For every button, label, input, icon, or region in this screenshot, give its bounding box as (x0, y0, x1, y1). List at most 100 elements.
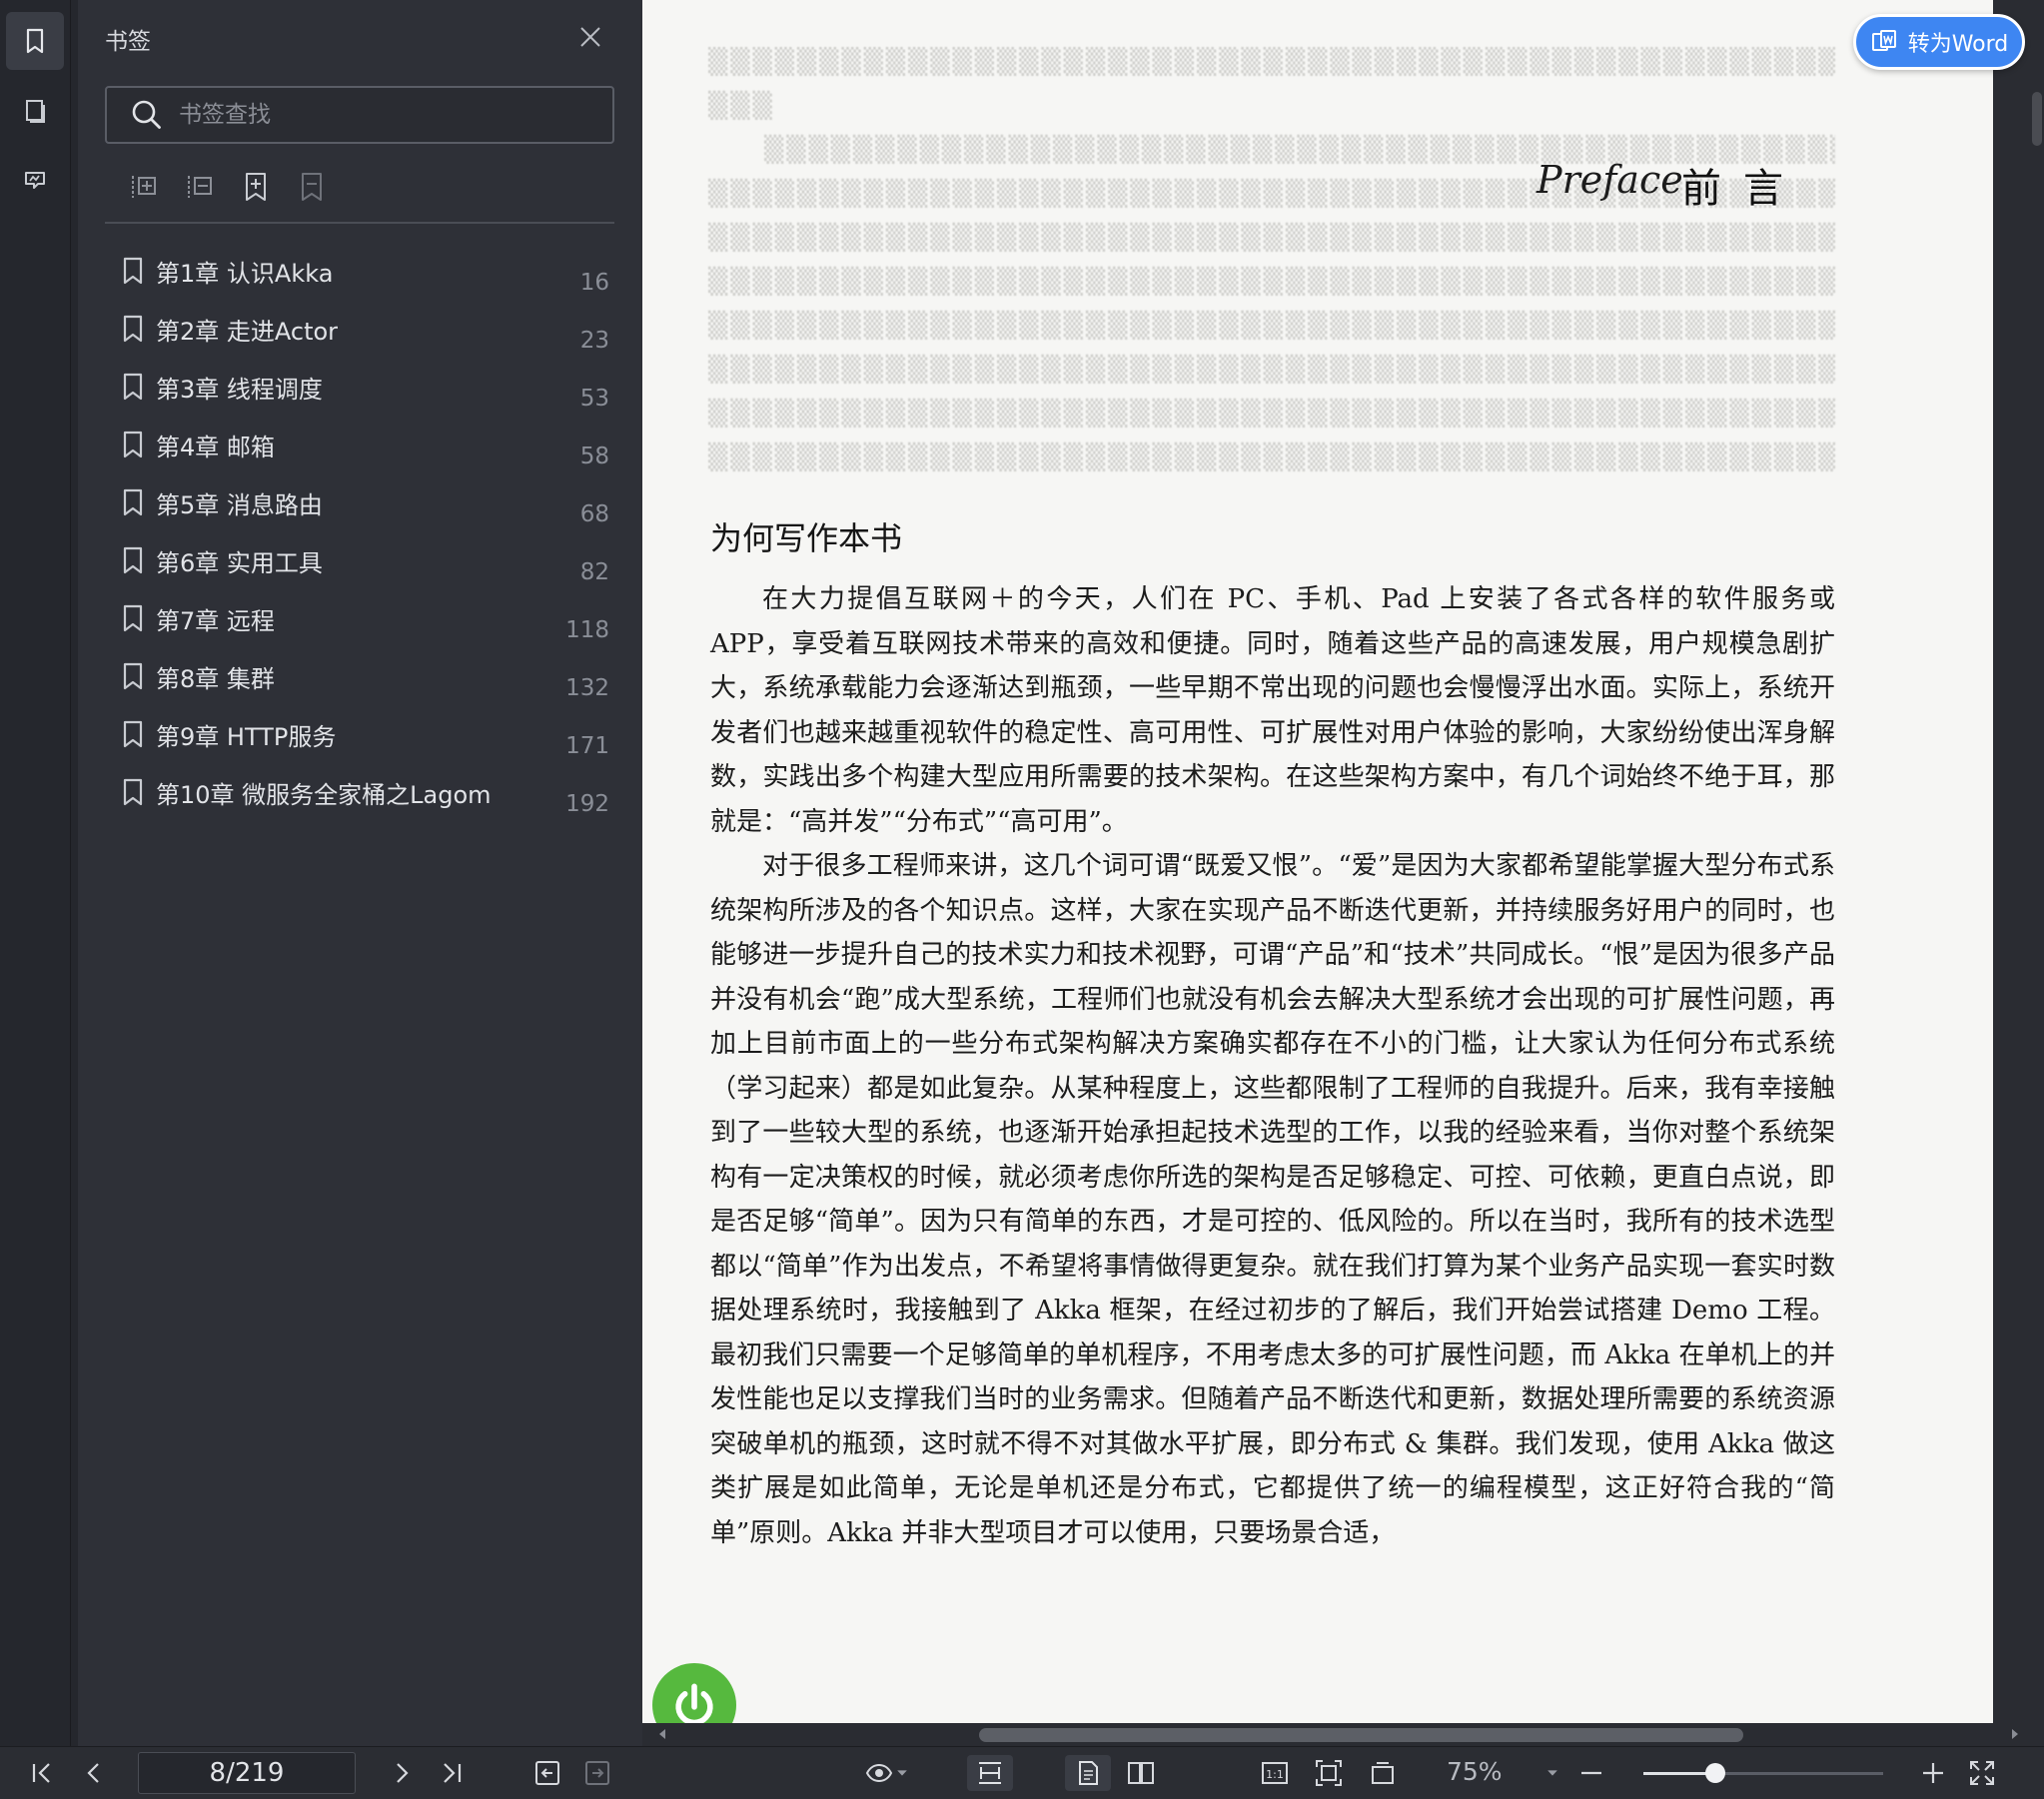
zoom-slider-handle[interactable] (1705, 1763, 1725, 1783)
first-page-button[interactable] (26, 1755, 58, 1791)
bookmark-icon (123, 604, 143, 632)
bookmark-icon (123, 778, 143, 806)
expand-all-icon (132, 176, 156, 198)
next-page-button[interactable] (386, 1755, 418, 1791)
bookmark-item[interactable]: 第9章 HTTP服务 171 (78, 703, 642, 761)
bookmark-search-box (105, 86, 614, 144)
bookmark-icon (123, 546, 143, 574)
bookmark-label: 第7章 远程 (156, 607, 275, 635)
horizontal-scrollbar-thumb[interactable] (979, 1728, 1743, 1742)
vertical-scrollbar[interactable] (2032, 92, 2042, 146)
bookmark-label: 第1章 认识Akka (156, 260, 334, 288)
scroll-right-icon[interactable] (2008, 1727, 2022, 1741)
thumbnail-panel-button[interactable] (6, 82, 64, 140)
close-panel-button[interactable] (575, 22, 605, 52)
bookmark-label: 第5章 消息路由 (156, 491, 323, 519)
navigate-forward-button[interactable] (581, 1755, 613, 1791)
bookmark-panel-button[interactable] (6, 12, 64, 70)
expand-all-button[interactable] (127, 170, 161, 204)
continuous-scroll-icon (979, 1762, 1001, 1784)
body-text: 在大力提倡互联网＋的今天，人们在 PC、手机、Pad 上安装了各式各样的软件服务… (710, 577, 1835, 1555)
bookmark-icon (123, 662, 143, 690)
bookmark-panel: 书签 第1章 认识Akka 16 第2章 走进Actor 23 (78, 0, 642, 1746)
annotation-panel-button[interactable] (6, 152, 64, 210)
bookmark-icon (123, 431, 143, 458)
chevron-down-icon (1547, 1770, 1557, 1776)
zoom-dropdown-toggle[interactable] (1542, 1755, 1562, 1791)
navigate-back-button[interactable] (531, 1755, 563, 1791)
bottom-toolbar: 8/219 1:1 75% (0, 1746, 2044, 1799)
collapse-all-button[interactable] (183, 170, 217, 204)
rotate-page-button[interactable] (1365, 1755, 1401, 1791)
single-page-button[interactable] (1065, 1755, 1111, 1791)
bookmark-icon (26, 28, 44, 54)
bookmark-page-number: 132 (565, 675, 609, 701)
eye-care-mode-button[interactable] (859, 1755, 915, 1791)
bookmark-item[interactable]: 第10章 微服务全家桶之Lagom 192 (78, 761, 642, 819)
paragraph: 在大力提倡互联网＋的今天，人们在 PC、手机、Pad 上安装了各式各样的软件服务… (710, 584, 1835, 837)
last-page-button[interactable] (436, 1755, 468, 1791)
bookmark-tools (105, 170, 614, 224)
rotate-icon (1372, 1762, 1394, 1784)
zoom-level-dropdown[interactable]: 75% (1447, 1757, 1503, 1786)
preface-script-heading: Preface (1536, 158, 1683, 202)
svg-text:1:1: 1:1 (1266, 1768, 1284, 1781)
bookmark-page-number: 68 (579, 501, 609, 527)
forward-icon (585, 1761, 609, 1785)
bookmark-list: 第1章 认识Akka 16 第2章 走进Actor 23 第3章 线程调度 53… (78, 240, 642, 819)
bookmark-page-number: 16 (579, 270, 609, 296)
bookmark-page-number: 118 (565, 617, 609, 643)
fullscreen-button[interactable] (1966, 1755, 1998, 1791)
bookmark-item[interactable]: 第1章 认识Akka 16 (78, 240, 642, 298)
bookmark-label: 第2章 走进Actor (156, 318, 339, 346)
continuous-scroll-button[interactable] (967, 1755, 1013, 1791)
fullscreen-icon (1970, 1761, 1994, 1785)
chevron-left-icon (87, 1763, 99, 1783)
bookmark-label: 第8章 集群 (156, 665, 275, 693)
remove-bookmark-button[interactable] (295, 170, 329, 204)
add-bookmark-button[interactable] (239, 170, 273, 204)
add-bookmark-icon (246, 173, 266, 201)
minus-icon (1581, 1771, 1601, 1775)
scroll-left-icon[interactable] (655, 1727, 669, 1741)
double-page-button[interactable] (1121, 1755, 1161, 1791)
bookmark-page-number: 58 (579, 444, 609, 469)
pdf-page: ▒▒▒▒▒▒▒▒▒▒▒▒▒▒▒▒▒▒▒▒▒▒▒▒▒▒▒▒▒▒▒▒▒▒▒▒▒▒▒▒… (642, 0, 1993, 1723)
zoom-in-button[interactable] (1918, 1755, 1948, 1791)
actual-size-icon: 1:1 (1262, 1762, 1288, 1784)
word-convert-icon (1871, 30, 1896, 51)
left-icon-rail (0, 0, 71, 1746)
bookmark-item[interactable]: 第3章 线程调度 53 (78, 356, 642, 414)
section-heading: 为何写作本书 (710, 519, 903, 557)
bookmark-label: 第6章 实用工具 (156, 549, 323, 577)
bookmark-icon (123, 720, 143, 748)
actual-size-button[interactable]: 1:1 (1257, 1755, 1293, 1791)
bookmark-icon (123, 488, 143, 516)
convert-to-word-button[interactable]: 转为Word (1853, 14, 2025, 70)
bookmark-item[interactable]: 第4章 邮箱 58 (78, 414, 642, 471)
collapse-all-icon (188, 176, 212, 198)
previous-page-button[interactable] (78, 1755, 110, 1791)
fit-page-button[interactable] (1311, 1755, 1347, 1791)
page-thumbnail-icon (26, 100, 45, 123)
close-icon (580, 27, 600, 47)
document-viewport[interactable]: ▒▒▒▒▒▒▒▒▒▒▒▒▒▒▒▒▒▒▒▒▒▒▒▒▒▒▒▒▒▒▒▒▒▒▒▒▒▒▒▒… (642, 0, 2044, 1746)
page-number-input[interactable]: 8/219 (138, 1752, 356, 1794)
bleed-through-text: ▒▒▒▒▒▒▒▒▒▒▒▒▒▒▒▒▒▒▒▒▒▒▒▒▒▒▒▒▒▒▒▒▒▒▒▒▒▒▒▒… (708, 47, 1835, 471)
bookmark-icon (123, 373, 143, 401)
bookmark-item[interactable]: 第6章 实用工具 82 (78, 529, 642, 587)
convert-to-word-label: 转为Word (1907, 32, 2009, 57)
double-page-icon (1128, 1762, 1154, 1784)
back-icon (535, 1761, 559, 1785)
bookmark-item[interactable]: 第7章 远程 118 (78, 587, 642, 645)
bookmark-item[interactable]: 第8章 集群 132 (78, 645, 642, 703)
bookmark-search-input[interactable] (177, 101, 560, 129)
bookmark-item[interactable]: 第2章 走进Actor 23 (78, 298, 642, 356)
bookmark-item[interactable]: 第5章 消息路由 68 (78, 471, 642, 529)
bookmark-page-number: 82 (579, 559, 609, 585)
paragraph: 对于很多工程师来讲，这几个词可谓“既爱又恨”。“爱”是因为大家都希望能掌握大型分… (710, 851, 1835, 1548)
eye-icon (865, 1763, 893, 1783)
zoom-out-button[interactable] (1576, 1755, 1606, 1791)
bookmark-page-number: 192 (565, 791, 609, 817)
bookmark-label: 第4章 邮箱 (156, 434, 275, 461)
